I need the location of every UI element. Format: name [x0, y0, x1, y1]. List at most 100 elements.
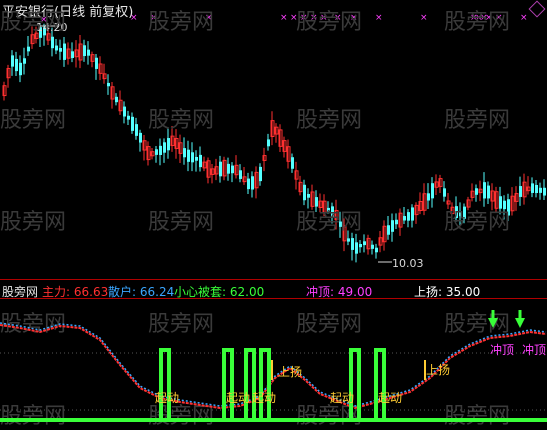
candle-body — [95, 57, 98, 69]
candle-body — [403, 216, 406, 221]
candle-body — [51, 36, 54, 49]
candle-body — [331, 206, 334, 219]
candle-body — [303, 184, 306, 201]
chongding-label: 冲顶 — [522, 342, 546, 357]
top-x-marker: × — [375, 13, 383, 23]
candle-body — [483, 182, 486, 199]
candle-body — [135, 124, 138, 136]
candle-body — [407, 212, 410, 221]
candle-body — [431, 183, 434, 199]
candle-body — [371, 244, 374, 249]
candle-body — [167, 138, 170, 151]
top-x-marker: × — [300, 13, 308, 23]
candle-body — [191, 152, 194, 163]
candle-body — [499, 196, 502, 209]
candle-body — [539, 187, 542, 193]
top-x-marker: × — [280, 13, 288, 23]
indicator-chart-panel[interactable]: 起动 起动 起动 起动 起动 上扬 上扬 冲顶 冲顶 — [0, 280, 547, 425]
candle-body — [355, 242, 358, 254]
candle-body — [395, 219, 398, 225]
candle-body — [327, 207, 330, 211]
candle-body — [375, 247, 378, 253]
candle-body — [503, 200, 506, 210]
candle-body — [459, 211, 462, 217]
high-price-label: 14.20 — [36, 21, 68, 34]
candle-body — [339, 221, 342, 227]
candle-body — [359, 244, 362, 248]
candle-body — [199, 154, 202, 168]
candle-body — [239, 170, 242, 179]
candle-body — [487, 185, 490, 199]
candle-body — [519, 186, 522, 197]
candle-body — [427, 193, 430, 201]
top-x-marker: × — [290, 13, 298, 23]
candle-body — [443, 188, 446, 197]
shangyang-label: 上扬 — [278, 364, 302, 379]
candle-body — [159, 145, 162, 155]
top-x-marker: × — [150, 13, 158, 23]
candle-body — [27, 46, 30, 52]
candle-body — [455, 206, 458, 219]
candle-body — [11, 55, 14, 67]
qidong-label: 起动 — [330, 391, 354, 405]
top-x-marker: × — [334, 13, 342, 23]
candle-body — [15, 58, 18, 72]
xiaoxin-spike — [349, 348, 361, 420]
candle-body — [183, 148, 186, 158]
candle-body — [83, 45, 86, 57]
candle-body — [363, 241, 366, 246]
qidong-label: 起动 — [226, 391, 250, 405]
qidong-label: 起动 — [252, 391, 276, 405]
candle-body — [307, 193, 310, 198]
candle-body — [23, 58, 26, 64]
candle-body — [219, 161, 222, 177]
candle-body — [115, 96, 118, 103]
candle-body — [87, 49, 90, 56]
candle-body — [63, 43, 66, 60]
candle-body — [531, 183, 534, 193]
top-x-marker: × — [350, 13, 358, 23]
candle-body — [127, 115, 130, 120]
price-chart-panel[interactable]: × × × × × × × × × × × × × × × × × × × 平安银行(日线 前复权) — [0, 0, 547, 278]
shangyang-label: 上扬 — [426, 362, 450, 377]
candle-body — [507, 199, 510, 216]
qidong-label: 起动 — [378, 391, 402, 405]
candle-body — [267, 139, 270, 147]
candle-body — [291, 157, 294, 169]
chart-title: 平安银行(日线 前复权) — [2, 5, 134, 20]
top-x-marker: × — [520, 13, 528, 23]
indicator-chart: 起动 起动 起动 起动 起动上扬 上扬冲顶 冲顶 — [0, 310, 547, 422]
candle-body — [19, 62, 22, 76]
candle-body — [463, 206, 466, 219]
candle-body — [391, 220, 394, 232]
candle-body — [315, 197, 318, 207]
candle-body — [251, 176, 254, 190]
candle-body — [195, 156, 198, 161]
candle-body — [259, 166, 262, 182]
top-x-marker: × — [420, 13, 428, 23]
qidong-label: 起动 — [155, 391, 179, 405]
top-x-marker: × — [495, 13, 503, 23]
candle-body — [535, 184, 538, 194]
candle-body — [139, 132, 142, 143]
candle-body — [543, 187, 546, 196]
candle-body — [131, 116, 134, 131]
chongding-label: 冲顶 — [490, 342, 514, 357]
low-price-label: 10.03 — [392, 257, 424, 270]
candle-body — [123, 106, 126, 117]
candle-body — [155, 149, 158, 155]
candle-body — [55, 45, 58, 51]
top-x-marker: × — [205, 13, 213, 23]
top-x-marker: × — [310, 13, 318, 23]
candle-body — [187, 149, 190, 162]
candle-body — [475, 188, 478, 195]
top-x-marker: × — [485, 13, 493, 23]
candle-body — [163, 142, 166, 153]
candle-body — [59, 48, 62, 52]
candle-body — [227, 163, 230, 174]
candle-body — [387, 225, 390, 235]
candle-body — [71, 51, 74, 59]
xiaoxin-spike — [244, 348, 256, 420]
candle-body — [107, 82, 110, 87]
candle-body — [231, 165, 234, 174]
